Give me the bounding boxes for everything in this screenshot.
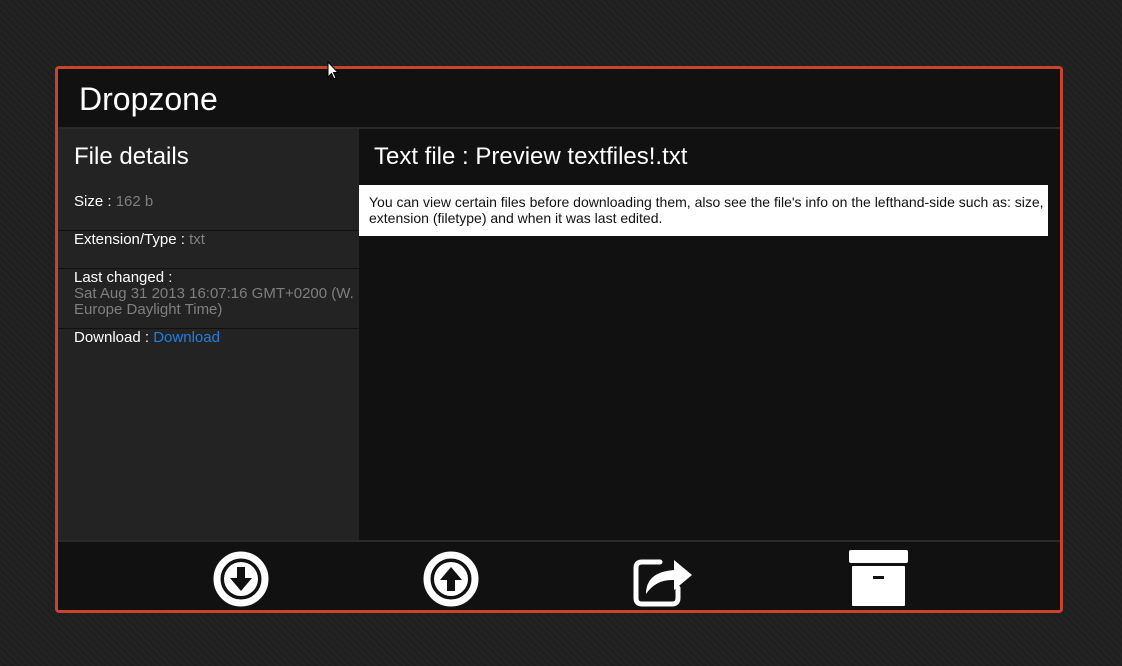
detail-row-size: Size : 162 b: [58, 193, 359, 231]
size-label: Size :: [74, 193, 116, 210]
app-header: Dropzone: [58, 69, 1060, 129]
mouse-cursor-icon: [327, 61, 339, 80]
extension-label: Extension/Type :: [74, 231, 190, 248]
extension-value: txt: [189, 231, 205, 248]
preview-content: You can view certain files before downlo…: [359, 185, 1048, 236]
size-value: 162 b: [115, 193, 154, 210]
last-changed-value: Sat Aug 31 2013 16:07:16 GMT+0200 (W. Eu…: [74, 285, 354, 318]
detail-row-last-changed: Last changed : Sat Aug 31 2013 16:07:16 …: [58, 269, 359, 329]
share-icon: [633, 559, 692, 607]
file-details-sidebar: File details Size : 162 b Extension/Type…: [58, 129, 359, 540]
archive-button[interactable]: [846, 548, 910, 608]
detail-row-extension: Extension/Type : txt: [58, 231, 359, 269]
last-changed-label: Last changed :: [74, 269, 173, 286]
share-button[interactable]: [630, 548, 694, 608]
download-button[interactable]: [209, 548, 273, 608]
download-link[interactable]: Download: [153, 329, 220, 346]
preview-title: Text file : Preview textfiles!.txt: [374, 143, 688, 170]
sidebar-title: File details: [74, 143, 189, 170]
upload-button[interactable]: [419, 548, 483, 608]
archive-icon: [849, 550, 908, 606]
bottom-toolbar: [58, 540, 1060, 610]
upload-icon: [423, 551, 479, 607]
preview-pane: Text file : Preview textfiles!.txt You c…: [359, 129, 1060, 540]
download-label: Download :: [74, 329, 154, 346]
app-title: Dropzone: [79, 81, 218, 117]
detail-row-download: Download : Download: [58, 329, 359, 366]
dropzone-window: Dropzone File details Size : 162 b Exten…: [55, 66, 1063, 613]
download-icon: [213, 551, 269, 607]
